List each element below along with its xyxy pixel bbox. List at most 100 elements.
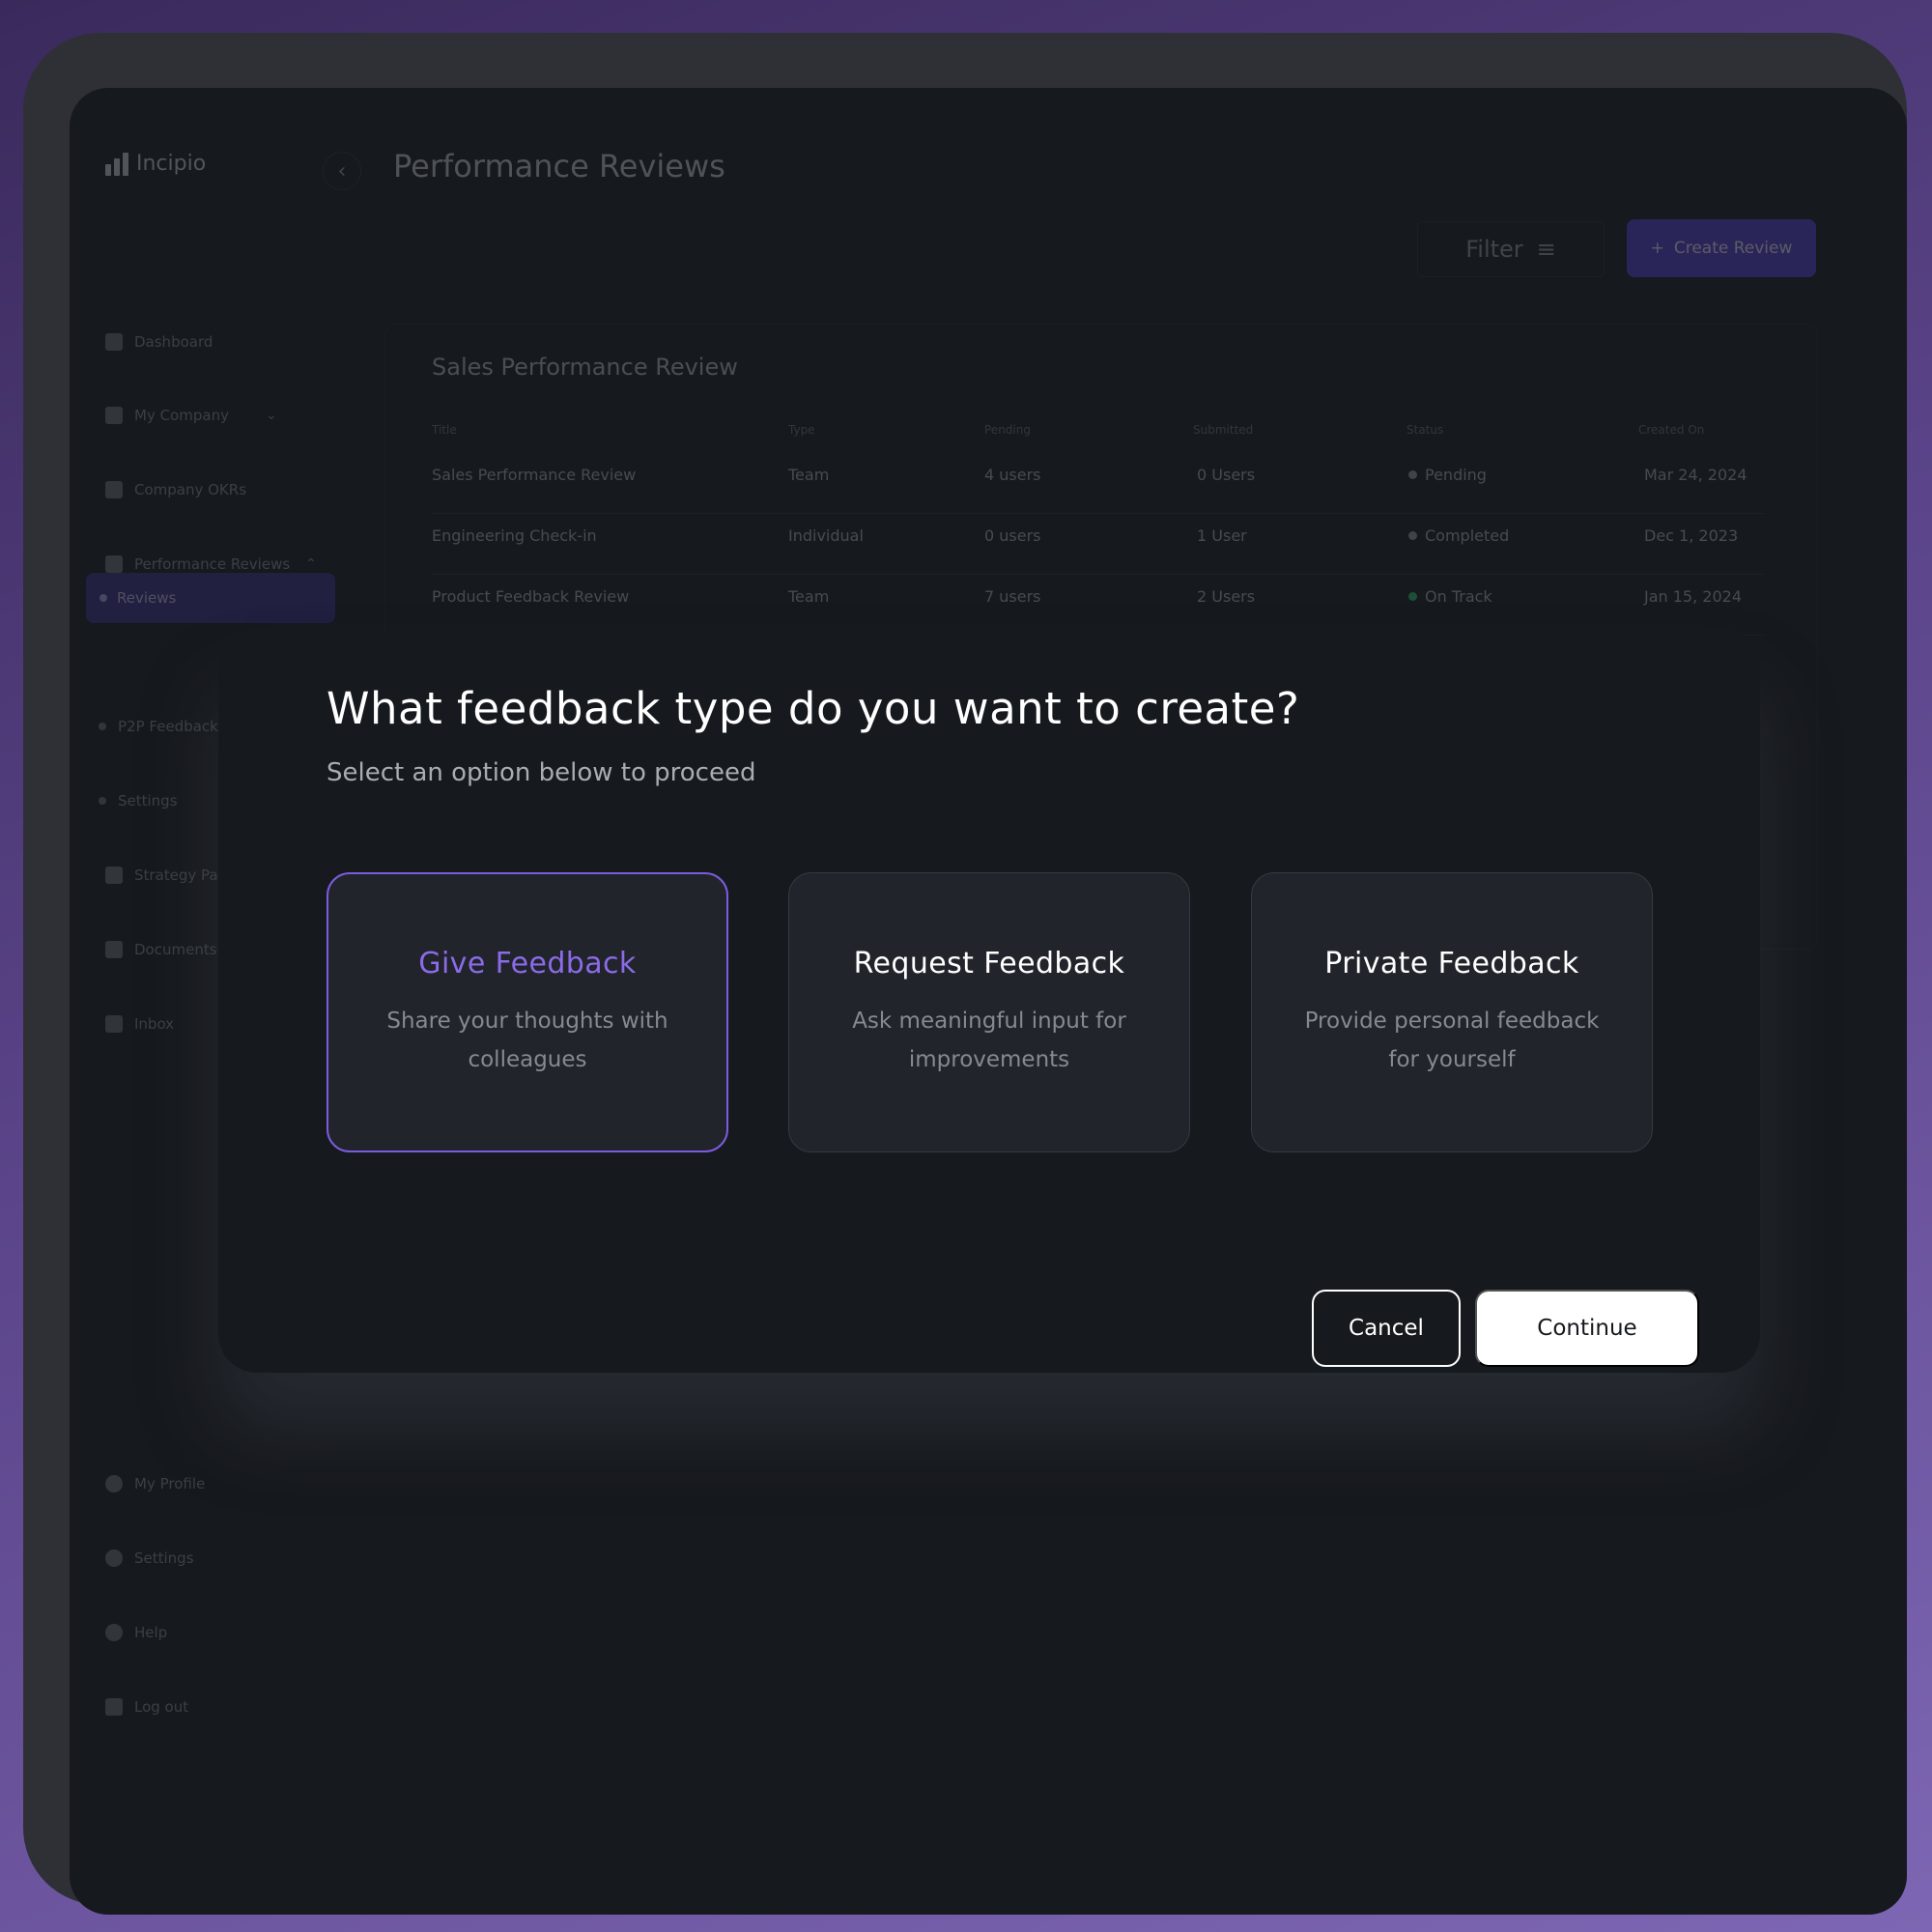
building-icon	[105, 481, 123, 498]
column-header: Pending	[984, 423, 1031, 437]
cell-status: Completed	[1408, 526, 1509, 545]
cell-pending: 4 users	[984, 466, 1041, 484]
status-label: Completed	[1425, 526, 1510, 545]
column-header: Type	[788, 423, 815, 437]
sidebar-item-label: Settings	[134, 1549, 194, 1567]
user-icon	[105, 1475, 123, 1492]
sidebar-item-settings-sub[interactable]: Settings	[99, 786, 178, 815]
sidebar-item-label: Inbox	[134, 1015, 175, 1033]
page-title: Performance Reviews	[393, 148, 725, 185]
sidebar-item-reviews[interactable]: Reviews	[86, 573, 335, 623]
sidebar-item-label: Settings	[118, 792, 178, 810]
sidebar-item-p2p-feedback[interactable]: P2P Feedback	[99, 712, 218, 741]
option-description: Provide personal feedback for yourself	[1304, 1008, 1600, 1072]
cell-submitted: 1 User	[1197, 526, 1247, 545]
cell-submitted: 2 Users	[1197, 587, 1256, 606]
sidebar-item-help[interactable]: Help	[105, 1618, 167, 1647]
status-dot-icon	[1408, 470, 1417, 479]
cell-type: Individual	[788, 526, 864, 545]
cell-pending: 0 users	[984, 526, 1041, 545]
bar-chart-icon	[105, 555, 123, 573]
chevron-up-icon: ⌃	[305, 556, 317, 572]
column-header: Submitted	[1193, 423, 1254, 437]
column-header: Status	[1406, 423, 1444, 437]
sidebar-item-label: Dashboard	[134, 333, 213, 351]
gear-icon	[105, 1549, 123, 1567]
bullet-icon	[99, 723, 106, 730]
filter-label: Filter	[1465, 236, 1523, 263]
folder-icon	[105, 941, 123, 958]
cell-pending: 7 users	[984, 587, 1041, 606]
sidebar-item-label: Help	[134, 1624, 168, 1641]
option-title: Request Feedback	[853, 946, 1125, 980]
option-title: Give Feedback	[418, 946, 637, 980]
option-give-feedback[interactable]: Give Feedback Share your thoughts with c…	[327, 872, 728, 1152]
company-people-icon	[105, 407, 123, 424]
cancel-button[interactable]: Cancel	[1312, 1290, 1461, 1367]
table-row[interactable]: Product Feedback Review Team 7 users 2 U…	[432, 576, 1765, 636]
sidebar-item-my-company[interactable]: My Company ⌄	[105, 401, 277, 430]
sidebar-item-settings[interactable]: Settings	[105, 1544, 194, 1573]
sidebar-item-dashboard[interactable]: Dashboard	[105, 327, 213, 356]
cell-created: Dec 1, 2023	[1644, 526, 1739, 545]
cell-status: On Track	[1408, 587, 1492, 606]
status-dot-icon	[1408, 531, 1417, 540]
sidebar-item-label: My Company	[134, 407, 229, 424]
cell-title: Sales Performance Review	[432, 466, 637, 484]
cell-created: Mar 24, 2024	[1644, 466, 1747, 484]
sidebar-item-label: Reviews	[117, 589, 177, 607]
logo-bars-icon	[105, 152, 128, 176]
dashboard-icon	[105, 333, 123, 351]
sidebar-item-inbox[interactable]: Inbox	[105, 1009, 174, 1038]
sidebar-item-label: P2P Feedback	[118, 718, 218, 735]
option-private-feedback[interactable]: Private Feedback Provide personal feedba…	[1251, 872, 1653, 1152]
sidebar-item-label: Performance Reviews	[134, 555, 291, 573]
chevron-down-icon: ⌄	[265, 408, 277, 423]
cell-submitted: 0 Users	[1197, 466, 1256, 484]
continue-button[interactable]: Continue	[1475, 1290, 1699, 1367]
table-row[interactable]: Sales Performance Review Team 4 users 0 …	[432, 454, 1765, 514]
brand-logo: Incipio	[105, 152, 206, 176]
sidebar-item-strategy[interactable]: Strategy Pa	[105, 861, 218, 890]
back-button[interactable]: ‹	[323, 152, 361, 190]
status-label: Pending	[1425, 466, 1487, 484]
device-frame: Incipio ‹ Performance Reviews Dashboard …	[23, 33, 1907, 1915]
filter-button[interactable]: Filter ≡	[1417, 221, 1605, 277]
sidebar-item-my-profile[interactable]: My Profile	[105, 1469, 205, 1498]
help-icon	[105, 1624, 123, 1641]
sidebar-item-label: My Profile	[134, 1475, 206, 1492]
brand-name: Incipio	[136, 152, 207, 176]
table-row[interactable]: Engineering Check-in Individual 0 users …	[432, 515, 1765, 575]
filter-lines-icon: ≡	[1536, 236, 1556, 263]
sidebar-item-documents[interactable]: Documents	[105, 935, 217, 964]
sidebar-item-company-okrs[interactable]: Company OKRs	[105, 475, 246, 504]
cell-status: Pending	[1408, 466, 1487, 484]
app-screen: Incipio ‹ Performance Reviews Dashboard …	[70, 88, 1907, 1915]
column-header: Title	[432, 423, 457, 437]
sidebar-item-label: Log out	[134, 1698, 189, 1716]
sidebar-item-label: Company OKRs	[134, 481, 247, 498]
sidebar-item-log-out[interactable]: Log out	[105, 1692, 188, 1721]
modal-title: What feedback type do you want to create…	[327, 683, 1300, 734]
feedback-type-modal: What feedback type do you want to create…	[218, 630, 1760, 1373]
bullet-icon	[99, 797, 106, 805]
sidebar-item-label: Documents	[134, 941, 217, 958]
logout-icon	[105, 1698, 123, 1716]
cell-title: Product Feedback Review	[432, 587, 630, 606]
option-request-feedback[interactable]: Request Feedback Ask meaningful input fo…	[788, 872, 1190, 1152]
table-title: Sales Performance Review	[432, 354, 738, 381]
cell-title: Engineering Check-in	[432, 526, 597, 545]
status-label: On Track	[1425, 587, 1492, 606]
modal-subtitle: Select an option below to proceed	[327, 758, 756, 787]
create-review-button[interactable]: + Create Review	[1627, 219, 1816, 277]
column-header: Created On	[1638, 423, 1705, 437]
create-review-label: Create Review	[1673, 239, 1793, 258]
option-description: Share your thoughts with colleagues	[386, 1008, 668, 1072]
cell-type: Team	[788, 587, 830, 606]
chevron-left-icon: ‹	[337, 158, 347, 184]
cell-created: Jan 15, 2024	[1644, 587, 1742, 606]
strategy-icon	[105, 867, 123, 884]
bell-icon	[105, 1015, 123, 1033]
bullet-icon	[99, 594, 107, 602]
plus-icon: +	[1650, 239, 1664, 258]
